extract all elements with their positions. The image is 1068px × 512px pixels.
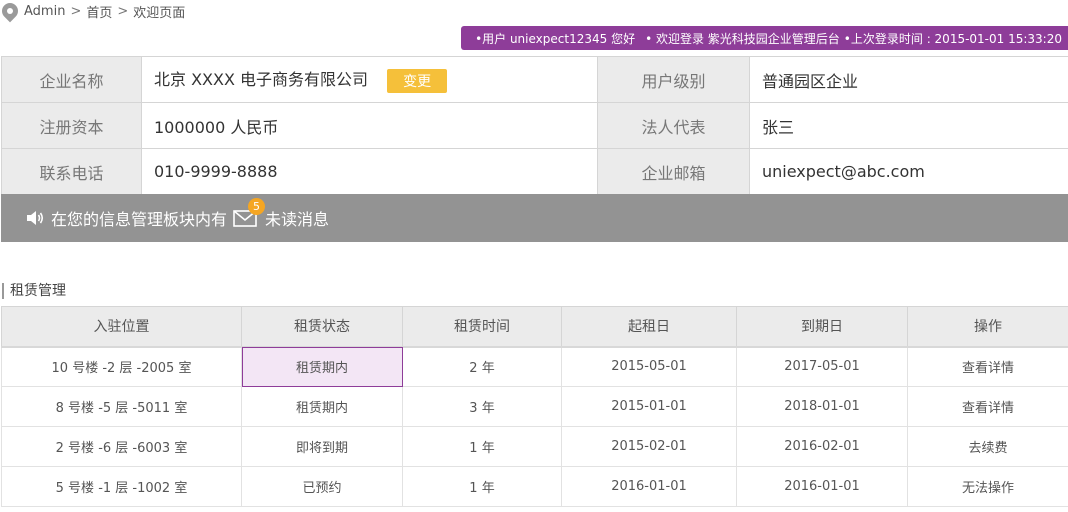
breadcrumb-separator: > xyxy=(70,3,82,19)
breadcrumb: Admin > 首页 > 欢迎页面 xyxy=(0,0,186,23)
cell-start-date: 2015-05-01 xyxy=(561,345,737,387)
company-name-value: 北京 XXXX 电子商务有限公司 xyxy=(154,70,369,90)
table-row: 2 号楼 -6 层 -6003 室 即将到期 1 年 2015-02-01 20… xyxy=(1,426,1068,467)
unread-count-badge: 5 xyxy=(248,198,266,215)
header-start-date: 起租日 xyxy=(561,306,737,347)
view-details-link[interactable]: 查看详情 xyxy=(907,345,1068,387)
view-details-link[interactable]: 查看详情 xyxy=(907,386,1068,427)
breadcrumb-welcome-page: 欢迎页面 xyxy=(133,5,186,21)
email-label: 企业邮箱 xyxy=(597,148,750,195)
notice-suffix: 未读消息 xyxy=(265,210,330,229)
company-name-label: 企业名称 xyxy=(1,56,142,103)
user-level-value: 普通园区企业 xyxy=(749,56,1068,103)
last-login-time: •上次登录时间 : 2015-01-01 15:33:20 xyxy=(843,31,1062,46)
cell-duration: 2 年 xyxy=(402,345,562,387)
company-info-table: 企业名称 北京 XXXX 电子商务有限公司 变更 用户级别 普通园区企业 注册资… xyxy=(1,56,1068,195)
cell-status: 租赁期内 xyxy=(241,386,403,427)
cell-status: 已预约 xyxy=(241,466,403,507)
company-name-cell: 北京 XXXX 电子商务有限公司 变更 xyxy=(141,56,598,103)
table-row: 8 号楼 -5 层 -5011 室 租赁期内 3 年 2015-01-01 20… xyxy=(1,386,1068,427)
cell-location: 8 号楼 -5 层 -5011 室 xyxy=(1,386,242,427)
header-duration: 租赁时间 xyxy=(402,306,562,347)
cell-location: 10 号楼 -2 层 -2005 室 xyxy=(1,345,242,387)
cell-start-date: 2015-01-01 xyxy=(561,386,737,427)
cell-duration: 1 年 xyxy=(402,426,562,467)
header-end-date: 到期日 xyxy=(736,306,908,347)
email-value: uniexpect@abc.com xyxy=(749,148,1068,195)
header-location: 入驻位置 xyxy=(1,306,242,347)
cell-status[interactable]: 租赁期内 xyxy=(241,345,403,387)
breadcrumb-admin[interactable]: Admin xyxy=(24,4,65,19)
no-action-text: 无法操作 xyxy=(907,466,1068,507)
change-button[interactable]: 变更 xyxy=(387,68,448,93)
cell-duration: 3 年 xyxy=(402,386,562,427)
registered-capital-value: 1000000 人民币 xyxy=(141,102,598,149)
cell-end-date: 2016-02-01 xyxy=(736,426,908,467)
user-level-label: 用户级别 xyxy=(597,56,750,103)
cell-end-date: 2018-01-01 xyxy=(736,386,908,427)
cell-start-date: 2016-01-01 xyxy=(561,466,737,507)
notice-prefix: 在您的信息管理板块内有 xyxy=(51,210,228,229)
cell-location: 2 号楼 -6 层 -6003 室 xyxy=(1,426,242,467)
table-row: 10 号楼 -2 层 -2005 室 租赁期内 2 年 2015-05-01 2… xyxy=(1,345,1068,387)
cell-start-date: 2015-02-01 xyxy=(561,426,737,467)
unread-notice-bar[interactable]: 在您的信息管理板块内有 5 未读消息 xyxy=(1,194,1068,242)
welcome-bar: •用户 uniexpect12345 您好 • 欢迎登录 紫光科技园企业管理后台… xyxy=(461,26,1068,50)
table-row: 5 号楼 -1 层 -1002 室 已预约 1 年 2016-01-01 201… xyxy=(1,466,1068,507)
location-pin-icon xyxy=(0,0,22,23)
cell-status: 即将到期 xyxy=(241,426,403,467)
header-status: 租赁状态 xyxy=(241,306,403,347)
speaker-icon xyxy=(27,211,44,225)
header-action: 操作 xyxy=(907,306,1068,347)
phone-label: 联系电话 xyxy=(1,148,142,195)
cell-location: 5 号楼 -1 层 -1002 室 xyxy=(1,466,242,507)
envelope-icon[interactable]: 5 xyxy=(233,198,266,229)
breadcrumb-home[interactable]: 首页 xyxy=(86,2,112,21)
legal-representative-label: 法人代表 xyxy=(597,102,750,149)
cell-duration: 1 年 xyxy=(402,466,562,507)
cell-end-date: 2017-05-01 xyxy=(736,345,908,387)
legal-representative-value: 张三 xyxy=(749,102,1068,149)
welcome-user: •用户 uniexpect12345 您好 xyxy=(475,31,636,46)
lease-table-header: 入驻位置 租赁状态 租赁时间 起租日 到期日 操作 xyxy=(1,306,1068,347)
breadcrumb-separator: > xyxy=(117,3,129,19)
phone-value: 010-9999-8888 xyxy=(141,148,598,195)
registered-capital-label: 注册资本 xyxy=(1,102,142,149)
cell-end-date: 2016-01-01 xyxy=(736,466,908,507)
welcome-text: • 欢迎登录 紫光科技园企业管理后台 xyxy=(645,31,840,46)
lease-section-title: 租赁管理 xyxy=(2,283,66,299)
renew-link[interactable]: 去续费 xyxy=(907,426,1068,467)
lease-table: 入驻位置 租赁状态 租赁时间 起租日 到期日 操作 10 号楼 -2 层 -20… xyxy=(1,306,1068,507)
